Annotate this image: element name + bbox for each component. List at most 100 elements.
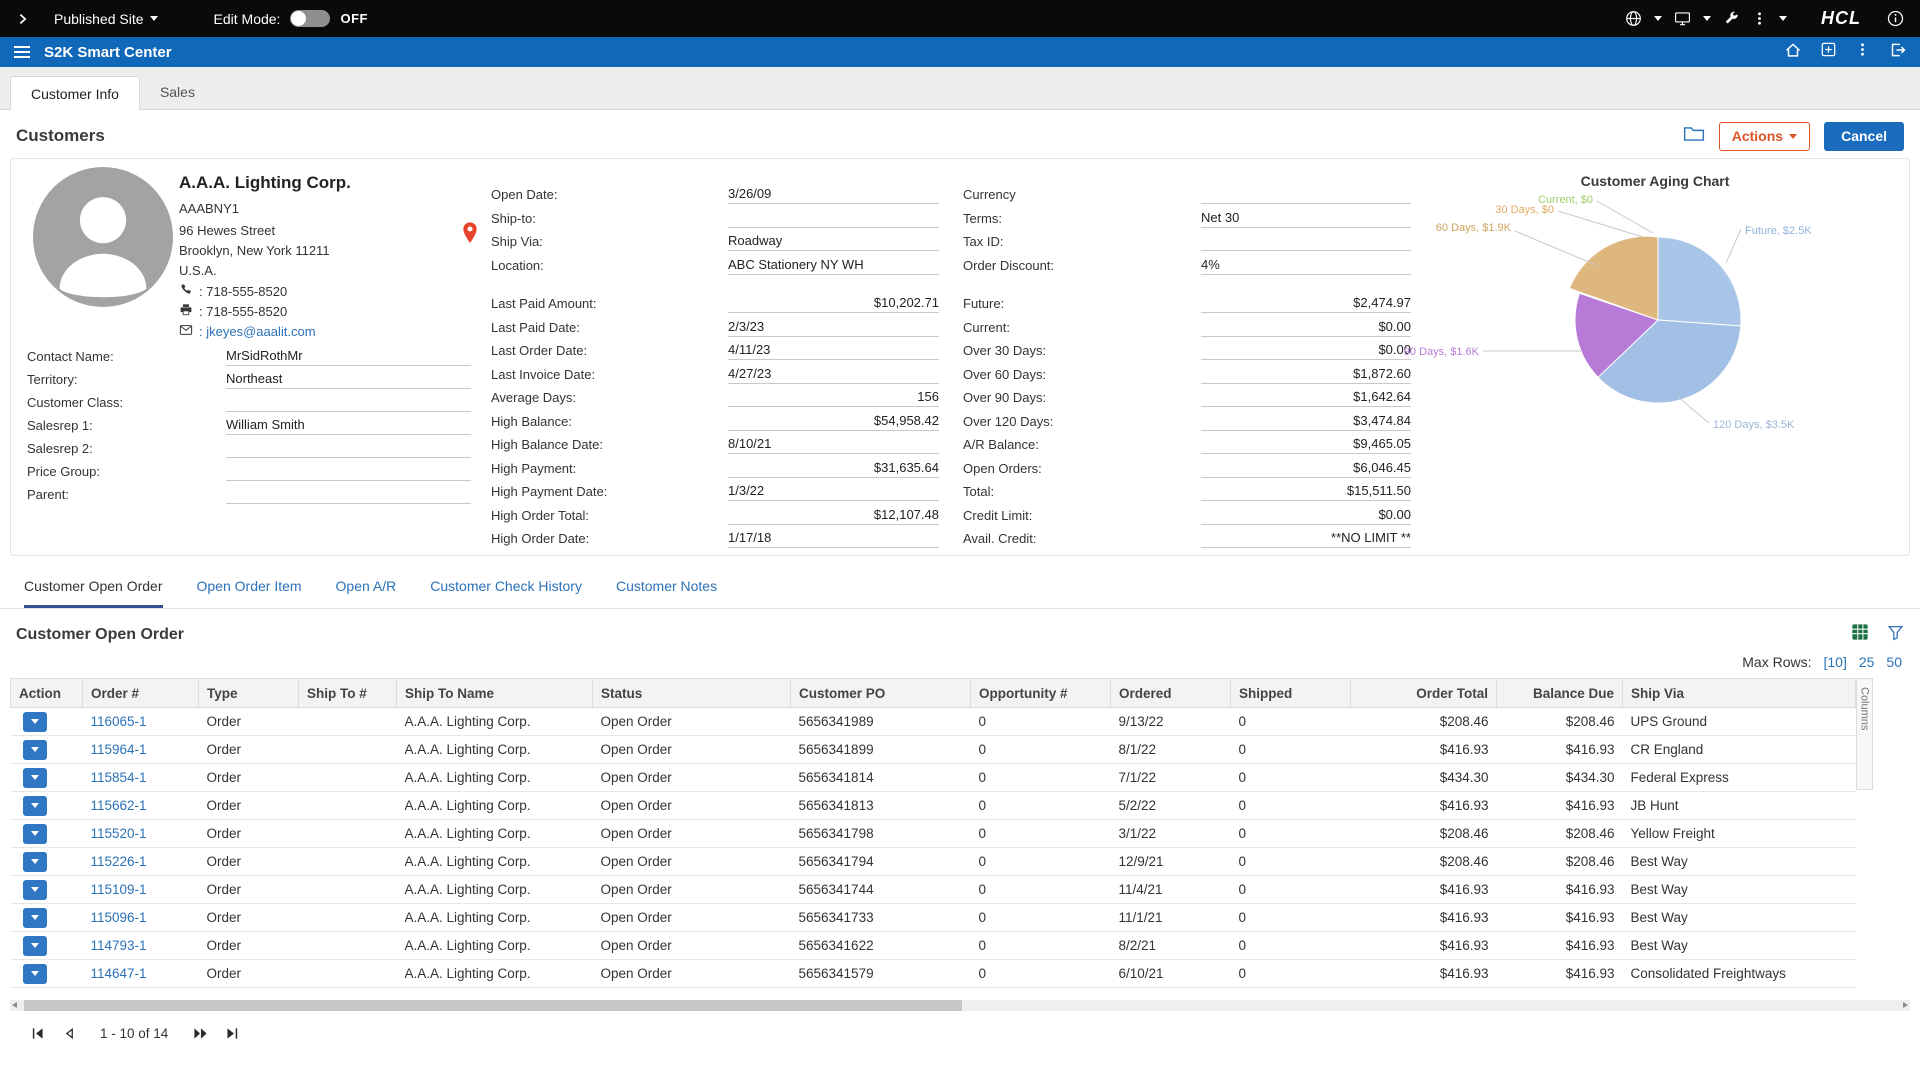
chevron-down-icon[interactable]: [1654, 16, 1662, 21]
field-value-currency[interactable]: [1201, 185, 1411, 204]
row-action-button[interactable]: [23, 964, 47, 984]
next-page-icon[interactable]: [192, 1026, 209, 1041]
row-action-button[interactable]: [23, 768, 47, 788]
logout-icon[interactable]: [1888, 41, 1906, 64]
col-header-customer-po[interactable]: Customer PO: [791, 679, 971, 708]
email-link[interactable]: : jkeyes@aaalit.com: [199, 324, 316, 339]
field-value-over-30-days[interactable]: $0.00: [1201, 341, 1411, 360]
field-value-high-order-total[interactable]: $12,107.48: [728, 506, 939, 525]
field-value-open-orders[interactable]: $6,046.45: [1201, 459, 1411, 478]
field-value-order-discount[interactable]: 4%: [1201, 256, 1411, 275]
kebab-menu-icon[interactable]: [1855, 42, 1870, 62]
row-action-button[interactable]: [23, 908, 47, 928]
field-value-terms[interactable]: Net 30: [1201, 209, 1411, 228]
field-value-customer-class[interactable]: [226, 393, 471, 412]
field-value-last-paid-amount[interactable]: $10,202.71: [728, 294, 939, 313]
filter-icon[interactable]: [1887, 624, 1904, 646]
field-value-parent[interactable]: [226, 485, 471, 504]
col-header-opportunity[interactable]: Opportunity #: [971, 679, 1111, 708]
order-number-link[interactable]: 115520-1: [91, 826, 147, 841]
row-action-button[interactable]: [23, 712, 47, 732]
actions-button[interactable]: Actions: [1719, 122, 1810, 151]
col-header-type[interactable]: Type: [199, 679, 299, 708]
sidebar-expand-icon[interactable]: [16, 12, 30, 26]
row-action-button[interactable]: [23, 796, 47, 816]
row-action-button[interactable]: [23, 852, 47, 872]
edit-mode-toggle[interactable]: [290, 10, 330, 27]
col-header-ordered[interactable]: Ordered: [1111, 679, 1231, 708]
add-window-icon[interactable]: [1820, 41, 1837, 63]
field-value-over-90-days[interactable]: $1,642.64: [1201, 388, 1411, 407]
max-rows-option-25[interactable]: 25: [1859, 654, 1875, 670]
order-number-link[interactable]: 114647-1: [91, 966, 147, 981]
field-value-price-group[interactable]: [226, 462, 471, 481]
row-action-button[interactable]: [23, 740, 47, 760]
col-header-ship-to-name[interactable]: Ship To Name: [397, 679, 593, 708]
subtab-customer-open-order[interactable]: Customer Open Order: [24, 578, 163, 608]
col-header-action[interactable]: Action: [11, 679, 83, 708]
order-number-link[interactable]: 115109-1: [91, 882, 147, 897]
wrench-icon[interactable]: [1723, 10, 1740, 27]
field-value-territory[interactable]: Northeast: [226, 370, 471, 389]
display-mode-icon[interactable]: [1674, 10, 1691, 27]
hamburger-menu-icon[interactable]: [14, 46, 30, 58]
col-header-status[interactable]: Status: [593, 679, 791, 708]
tab-customer-info[interactable]: Customer Info: [10, 76, 140, 110]
field-value-current[interactable]: $0.00: [1201, 318, 1411, 337]
horizontal-scrollbar[interactable]: [10, 1000, 1910, 1011]
scroll-right-arrow[interactable]: [1903, 1002, 1908, 1008]
field-value-last-order-date[interactable]: 4/11/23: [728, 341, 939, 360]
field-value-salesrep-1[interactable]: William Smith: [226, 416, 471, 435]
subtab-open-order-item[interactable]: Open Order Item: [197, 578, 302, 608]
order-number-link[interactable]: 114793-1: [91, 938, 147, 953]
order-number-link[interactable]: 115662-1: [91, 798, 147, 813]
field-value-over-60-days[interactable]: $1,872.60: [1201, 365, 1411, 384]
subtab-customer-check-history[interactable]: Customer Check History: [430, 578, 582, 608]
field-value-open-date[interactable]: 3/26/09: [728, 185, 939, 204]
row-action-button[interactable]: [23, 824, 47, 844]
folder-icon[interactable]: [1683, 125, 1705, 148]
field-value-over-120-days[interactable]: $3,474.84: [1201, 412, 1411, 431]
field-value-a-r-balance[interactable]: $9,465.05: [1201, 435, 1411, 454]
col-header-shipped[interactable]: Shipped: [1231, 679, 1351, 708]
field-value-future[interactable]: $2,474.97: [1201, 294, 1411, 313]
field-value-average-days[interactable]: 156: [728, 388, 939, 407]
field-value-location[interactable]: ABC Stationery NY WH: [728, 256, 939, 275]
subtab-customer-notes[interactable]: Customer Notes: [616, 578, 717, 608]
field-value-high-payment[interactable]: $31,635.64: [728, 459, 939, 478]
order-number-link[interactable]: 115096-1: [91, 910, 147, 925]
field-value-ship-via[interactable]: Roadway: [728, 232, 939, 251]
info-icon[interactable]: [1887, 10, 1904, 27]
max-rows-option-10[interactable]: [10]: [1823, 654, 1846, 670]
field-value-high-balance-date[interactable]: 8/10/21: [728, 435, 939, 454]
map-pin-icon[interactable]: [459, 221, 481, 250]
field-value-contact-name[interactable]: MrSidRothMr: [226, 347, 471, 366]
col-header-ship-via[interactable]: Ship Via: [1623, 679, 1856, 708]
row-action-button[interactable]: [23, 936, 47, 956]
order-number-link[interactable]: 115854-1: [91, 770, 147, 785]
tab-sales[interactable]: Sales: [140, 75, 215, 109]
col-header-order-total[interactable]: Order Total: [1351, 679, 1497, 708]
field-value-high-order-date[interactable]: 1/17/18: [728, 529, 939, 548]
field-value-ship-to[interactable]: [728, 209, 939, 228]
order-number-link[interactable]: 115964-1: [91, 742, 147, 757]
max-rows-option-50[interactable]: 50: [1886, 654, 1902, 670]
kebab-menu-icon[interactable]: [1752, 11, 1767, 26]
prev-page-icon[interactable]: [61, 1026, 76, 1041]
col-header-ship-to[interactable]: Ship To #: [299, 679, 397, 708]
order-number-link[interactable]: 115226-1: [91, 854, 147, 869]
columns-chooser-tab[interactable]: Columns: [1856, 678, 1873, 790]
cancel-button[interactable]: Cancel: [1824, 122, 1904, 151]
field-value-credit-limit[interactable]: $0.00: [1201, 506, 1411, 525]
scrollbar-thumb[interactable]: [24, 1000, 962, 1011]
row-action-button[interactable]: [23, 880, 47, 900]
export-excel-icon[interactable]: [1851, 623, 1869, 646]
field-value-last-invoice-date[interactable]: 4/27/23: [728, 365, 939, 384]
order-number-link[interactable]: 116065-1: [91, 714, 147, 729]
field-value-last-paid-date[interactable]: 2/3/23: [728, 318, 939, 337]
field-value-avail-credit[interactable]: **NO LIMIT **: [1201, 529, 1411, 548]
field-value-high-balance[interactable]: $54,958.42: [728, 412, 939, 431]
field-value-salesrep-2[interactable]: [226, 439, 471, 458]
last-page-icon[interactable]: [225, 1026, 240, 1041]
field-value-tax-id[interactable]: [1201, 232, 1411, 251]
